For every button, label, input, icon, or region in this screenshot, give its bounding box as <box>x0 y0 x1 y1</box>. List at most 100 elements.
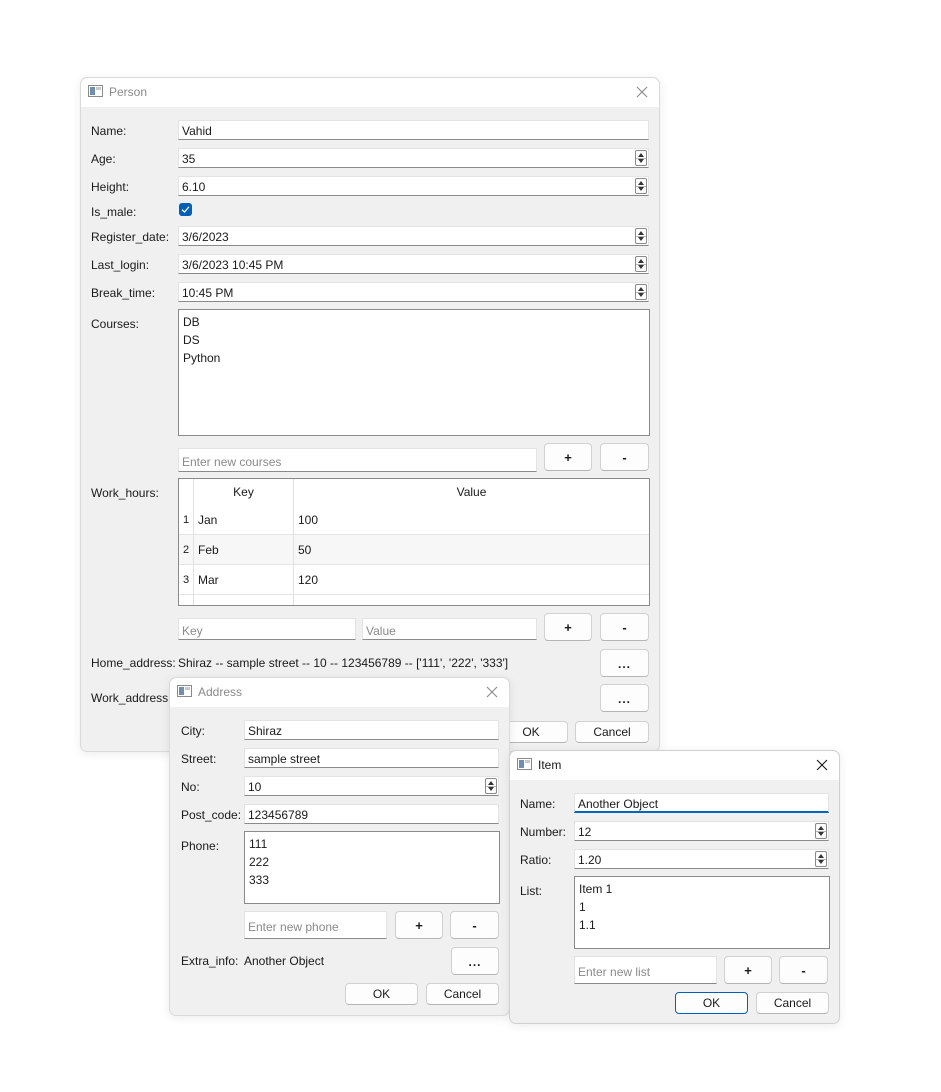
table-row[interactable]: 2 Feb 50 <box>179 535 649 565</box>
table-cell-value[interactable]: 100 <box>294 505 649 535</box>
last-login-label: Last_login: <box>91 258 150 272</box>
item-list[interactable]: Item 1 1 1.1 <box>574 876 830 949</box>
item-cancel-button[interactable]: Cancel <box>756 992 829 1014</box>
no-spin-arrows[interactable] <box>485 778 497 794</box>
new-list-input[interactable]: Enter new list <box>574 956 717 984</box>
break-time-spin-arrows[interactable] <box>635 284 647 300</box>
spin-up-icon <box>638 153 644 157</box>
register-date-spin-arrows[interactable] <box>635 228 647 244</box>
add-list-item-button[interactable]: + <box>724 956 772 984</box>
is-male-checkbox[interactable] <box>179 203 192 216</box>
courses-list[interactable]: DB DS Python <box>178 309 650 436</box>
ratio-spin-arrows[interactable] <box>815 851 827 867</box>
person-window: Person Name: Vahid Age: 35 Height: 6.10 … <box>80 77 660 752</box>
remove-list-item-button[interactable]: - <box>779 956 828 984</box>
break-time-value: 10:45 PM <box>182 286 234 300</box>
phone-list[interactable]: 111 222 333 <box>244 831 500 904</box>
work-hours-value-input[interactable]: Value <box>362 618 537 640</box>
new-course-input[interactable]: Enter new courses <box>178 448 537 472</box>
age-spin-arrows[interactable] <box>635 150 647 166</box>
address-cancel-button[interactable]: Cancel <box>426 983 499 1005</box>
table-header-value[interactable]: Value <box>294 479 649 505</box>
ratio-spinbox[interactable]: 1.20 <box>574 849 829 869</box>
list-item[interactable]: 1.1 <box>579 916 829 934</box>
extra-info-browse-button[interactable]: ... <box>451 947 499 975</box>
height-spinbox[interactable]: 6.10 <box>178 176 649 196</box>
person-cancel-button[interactable]: Cancel <box>575 721 649 743</box>
street-input[interactable]: sample street <box>244 748 499 768</box>
home-address-label: Home_address: <box>91 656 176 670</box>
item-window: Item Name: Another Object Number: 12 Rat… <box>509 750 840 1024</box>
table-cell-key[interactable]: Mar <box>194 565 294 595</box>
register-date-edit[interactable]: 3/6/2023 <box>178 226 649 246</box>
last-login-edit[interactable]: 3/6/2023 10:45 PM <box>178 254 649 274</box>
list-item[interactable]: 333 <box>249 871 499 889</box>
address-titlebar[interactable]: Address <box>170 678 509 707</box>
list-item[interactable]: Python <box>183 349 649 367</box>
list-item[interactable]: DS <box>183 331 649 349</box>
table-row[interactable]: 1 Jan 100 <box>179 505 649 535</box>
person-close-button[interactable] <box>629 80 655 104</box>
list-item[interactable]: 1 <box>579 898 829 916</box>
work-hours-table[interactable]: Key Value 1 Jan 100 2 Feb 50 3 Mar 120 <box>178 478 650 606</box>
spin-down-icon <box>638 237 644 241</box>
list-item[interactable]: 111 <box>249 835 499 853</box>
item-name-input[interactable]: Another Object <box>574 793 829 813</box>
work-address-browse-button[interactable]: ... <box>600 684 649 712</box>
add-phone-button[interactable]: + <box>395 911 443 939</box>
add-course-button[interactable]: + <box>544 443 592 471</box>
extra-info-label: Extra_info: <box>181 954 239 968</box>
add-work-hour-button[interactable]: + <box>544 613 592 641</box>
row-number: 3 <box>182 574 190 586</box>
table-header-key[interactable]: Key <box>194 479 294 505</box>
name-input[interactable]: Vahid <box>178 120 649 140</box>
address-window: Address City: Shiraz Street: sample stre… <box>169 677 510 1016</box>
name-label: Name: <box>91 124 127 138</box>
table-row[interactable]: 3 Mar 120 <box>179 565 649 595</box>
number-spin-arrows[interactable] <box>815 823 827 839</box>
address-close-button[interactable] <box>479 680 505 704</box>
item-ok-button[interactable]: OK <box>675 992 748 1014</box>
number-spinbox[interactable]: 12 <box>574 821 829 841</box>
remove-course-button[interactable]: - <box>600 443 649 471</box>
remove-phone-button[interactable]: - <box>450 911 499 939</box>
close-icon <box>636 86 648 98</box>
list-label: List: <box>520 884 543 898</box>
height-spin-arrows[interactable] <box>635 178 647 194</box>
last-login-spin-arrows[interactable] <box>635 256 647 272</box>
table-corner <box>179 479 194 505</box>
register-date-label: Register_date: <box>91 230 170 244</box>
age-spinbox[interactable]: 35 <box>178 148 649 168</box>
home-address-browse-button[interactable]: ... <box>600 649 649 677</box>
address-ok-button[interactable]: OK <box>345 983 418 1005</box>
list-item[interactable]: DB <box>183 313 649 331</box>
last-login-value: 3/6/2023 10:45 PM <box>182 258 284 272</box>
height-label: Height: <box>91 180 130 194</box>
work-address-label: Work_address: <box>91 691 172 705</box>
post-code-input[interactable]: 123456789 <box>244 804 499 824</box>
remove-work-hour-button[interactable]: - <box>600 613 649 641</box>
ratio-value: 1.20 <box>578 853 602 867</box>
row-number: 1 <box>182 514 190 526</box>
courses-label: Courses: <box>91 317 140 331</box>
person-window-title: Person <box>109 85 148 99</box>
city-input[interactable]: Shiraz <box>244 720 499 740</box>
new-phone-input[interactable]: Enter new phone <box>244 911 387 939</box>
work-hours-key-input[interactable]: Key <box>178 618 356 640</box>
list-item[interactable]: Item 1 <box>579 880 829 898</box>
app-window-icon <box>177 685 192 697</box>
item-close-button[interactable] <box>809 753 835 777</box>
ratio-label: Ratio: <box>520 853 552 867</box>
list-item[interactable]: 222 <box>249 853 499 871</box>
item-titlebar[interactable]: Item <box>510 751 839 780</box>
table-cell-key[interactable]: Jan <box>194 505 294 535</box>
spin-up-icon <box>638 287 644 291</box>
table-cell-value[interactable]: 50 <box>294 535 649 565</box>
spin-up-icon <box>638 181 644 185</box>
break-time-edit[interactable]: 10:45 PM <box>178 282 649 302</box>
table-cell-value[interactable]: 120 <box>294 565 649 595</box>
no-value: 10 <box>248 780 262 794</box>
table-cell-key[interactable]: Feb <box>194 535 294 565</box>
person-titlebar[interactable]: Person <box>81 78 659 107</box>
no-spinbox[interactable]: 10 <box>244 776 499 796</box>
